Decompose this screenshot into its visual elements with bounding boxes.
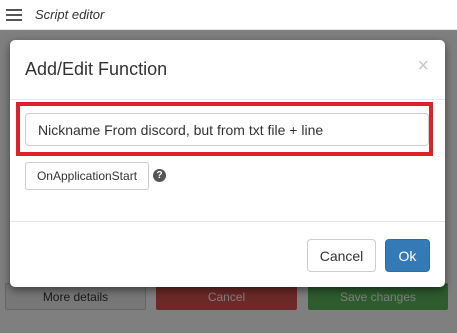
help-icon[interactable]: ?: [153, 169, 166, 182]
event-select-button[interactable]: OnApplicationStart: [25, 162, 149, 190]
modal-title: Add/Edit Function: [25, 59, 168, 79]
modal-header: Add/Edit Function ×: [10, 40, 445, 100]
app-toolbar: Script editor: [0, 0, 457, 30]
modal-footer-divider: [10, 221, 445, 222]
app-title: Script editor: [35, 7, 105, 22]
menu-icon[interactable]: [6, 9, 22, 21]
ok-button[interactable]: Ok: [385, 239, 430, 272]
function-name-input[interactable]: [25, 113, 429, 146]
add-edit-function-dialog: Add/Edit Function × OnApplicationStart ?…: [10, 40, 445, 287]
close-icon[interactable]: ×: [417, 56, 429, 76]
cancel-button[interactable]: Cancel: [307, 239, 376, 272]
